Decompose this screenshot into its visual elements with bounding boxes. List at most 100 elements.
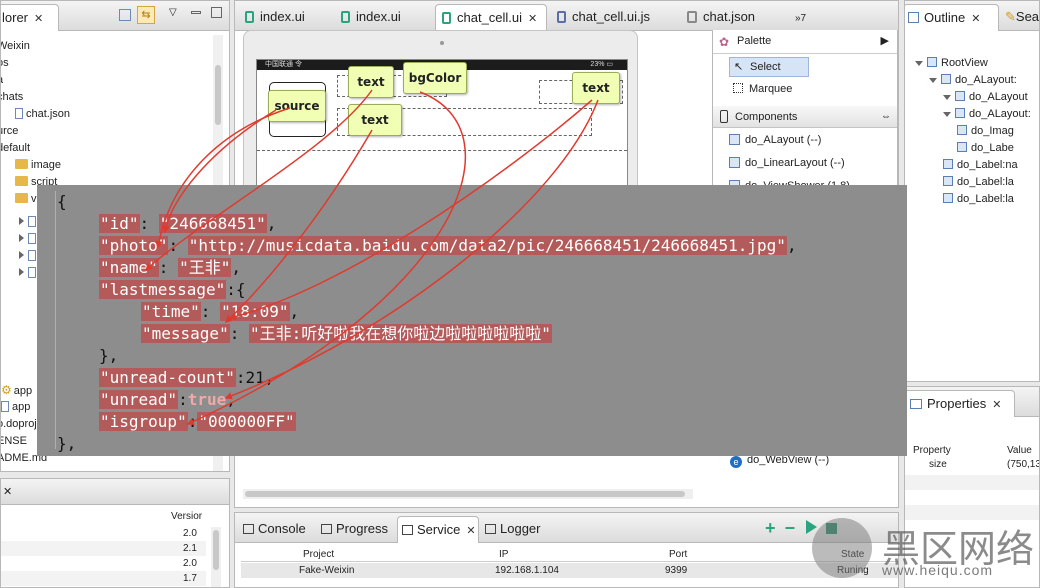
file-icon — [28, 216, 36, 227]
editor-tab[interactable]: »7 — [789, 4, 809, 31]
chevron-down-icon[interactable] — [929, 78, 937, 83]
outline-item[interactable]: do_ALayout: — [943, 106, 1031, 123]
explorer-item[interactable]: app — [1, 399, 30, 416]
webview-component[interactable]: e do_WebView (--) — [730, 454, 829, 470]
properties-tabbar: Properties ✕ — [905, 387, 1039, 417]
json-punct: : — [229, 324, 249, 343]
editor-tab[interactable]: index.ui — [239, 4, 331, 31]
properties-col-property: Property — [913, 445, 951, 456]
chevron-down-icon[interactable] — [943, 112, 951, 117]
chevron-right-icon[interactable] — [19, 234, 24, 242]
chevron-right-icon[interactable] — [19, 251, 24, 259]
link-editor-icon[interactable]: ⇆ — [137, 6, 155, 24]
console-header-row: ProjectIPPortState — [241, 547, 898, 562]
properties-row[interactable]: size (750,13 — [905, 459, 1039, 474]
remove-icon[interactable]: − — [785, 518, 796, 538]
json-punct: , — [231, 258, 241, 277]
explorer-item[interactable]: Weixin — [1, 38, 30, 55]
tab-progress[interactable]: Progress — [317, 516, 395, 543]
chevron-down-icon[interactable] — [943, 95, 951, 100]
tab-search[interactable]: ✎Sea — [1005, 4, 1040, 31]
select-tool[interactable]: ↖ Select — [729, 57, 809, 77]
outline-item[interactable]: do_Label:na — [943, 157, 1018, 174]
explorer-item[interactable]: chat.json — [15, 106, 70, 123]
tab-console[interactable]: Console — [239, 516, 315, 543]
editor-hscroll-track[interactable] — [243, 489, 693, 499]
tab-service[interactable]: Service ✕ — [397, 516, 479, 543]
scroll-thumb[interactable] — [215, 65, 221, 125]
tab-explorer[interactable]: lorer ✕ — [1, 4, 59, 31]
outline-item[interactable]: do_Label:la — [943, 174, 1014, 191]
explorer-subitem[interactable] — [19, 248, 39, 265]
editor-tab[interactable]: chat_cell.ui ✕ — [435, 4, 547, 31]
version-row[interactable]: 2.1 — [1, 541, 206, 556]
explorer-item[interactable]: a — [1, 72, 3, 89]
explorer-item[interactable]: os — [1, 55, 9, 72]
explorer-item[interactable]: default — [1, 140, 30, 157]
close-icon[interactable]: ✕ — [971, 13, 980, 25]
chevron-down-icon[interactable] — [915, 61, 923, 66]
marquee-tool[interactable]: Marquee — [729, 80, 809, 100]
explorer-subitem[interactable] — [19, 265, 39, 282]
json-key: "name" — [99, 258, 159, 277]
label-icon — [943, 176, 953, 186]
explorer-item-label: chat.json — [26, 108, 71, 120]
view-menu-icon[interactable]: ▽ — [169, 7, 177, 18]
console-row[interactable]: Fake-Weixin192.168.1.1049399Runing — [241, 563, 898, 578]
maximize-icon[interactable] — [211, 7, 222, 18]
close-icon[interactable]: ✕ — [992, 399, 1001, 411]
outline-item[interactable]: do_Label:la — [943, 191, 1014, 208]
properties-title: Properties — [927, 396, 987, 411]
explorer-subitem[interactable] — [19, 231, 39, 248]
outline-item[interactable]: do_Imag — [957, 123, 1014, 140]
explorer-item[interactable]: ENSE — [1, 433, 27, 450]
code-line: "name": "王非", — [99, 257, 241, 279]
editor-tab[interactable]: index.ui — [335, 4, 431, 31]
outline-item[interactable]: do_ALayout — [943, 89, 1028, 106]
components-header[interactable]: Components ⇔ — [713, 106, 897, 128]
outline-item-label: do_Imag — [971, 125, 1014, 137]
editor-tab[interactable]: chat.json — [681, 4, 785, 31]
outline-item[interactable]: RootView — [915, 55, 988, 72]
editor-tab[interactable]: chat_cell.ui.js — [551, 4, 677, 31]
minimize-icon[interactable] — [191, 11, 201, 14]
palette-expand-icon[interactable]: ▶ — [881, 34, 889, 47]
explorer-item[interactable]: image — [15, 157, 61, 174]
component-item[interactable]: do_LinearLayout (--) — [729, 153, 845, 173]
outline-item[interactable]: do_Labe — [957, 140, 1014, 157]
explorer-item[interactable]: o.doproj — [1, 416, 37, 433]
version-row[interactable]: 1.7 — [1, 571, 206, 586]
versions-scrollbar[interactable] — [211, 527, 221, 587]
component-label: do_LinearLayout (--) — [745, 157, 845, 169]
explorer-item[interactable]: urce — [1, 123, 18, 140]
component-item[interactable]: do_ALayout (--) — [729, 130, 821, 150]
outline-item[interactable]: do_ALayout: — [929, 72, 1017, 89]
scroll-thumb[interactable] — [245, 491, 685, 497]
close-icon[interactable]: ✕ — [34, 13, 43, 25]
chevron-right-icon[interactable] — [19, 268, 24, 276]
tab-properties[interactable]: Properties ✕ — [905, 390, 1015, 417]
explorer-item[interactable]: chats — [1, 89, 23, 106]
palette-icon: ✿ — [719, 35, 730, 49]
tab-outline[interactable]: Outline ✕ — [905, 4, 999, 31]
explorer-item[interactable]: ⚙ app — [1, 382, 32, 399]
chevron-right-icon[interactable] — [19, 217, 24, 225]
close-icon[interactable]: ✕ — [528, 13, 537, 25]
json-key: "message" — [141, 324, 230, 343]
version-row[interactable]: 2.0 — [1, 556, 206, 571]
explorer-tabbar: lorer ✕ ⇆ ▽ — [1, 1, 229, 31]
tab-logger[interactable]: Logger — [481, 516, 555, 543]
scroll-thumb[interactable] — [213, 530, 219, 570]
json-punct: : — [139, 214, 159, 233]
collapse-all-icon[interactable] — [119, 9, 131, 21]
search-tab-label: Sea — [1015, 9, 1040, 24]
console-column-header: Port — [669, 549, 688, 560]
layout-icon — [729, 134, 740, 145]
close-icon[interactable]: ✕ — [466, 525, 475, 537]
json-punct: :{ — [226, 280, 246, 299]
version-row[interactable]: 2.0 — [1, 526, 206, 541]
close-icon[interactable]: ✕ — [3, 485, 12, 498]
explorer-subitem[interactable] — [19, 214, 39, 231]
collapse-icon[interactable]: ⇔ — [881, 106, 891, 128]
add-icon[interactable]: + — [765, 518, 776, 538]
